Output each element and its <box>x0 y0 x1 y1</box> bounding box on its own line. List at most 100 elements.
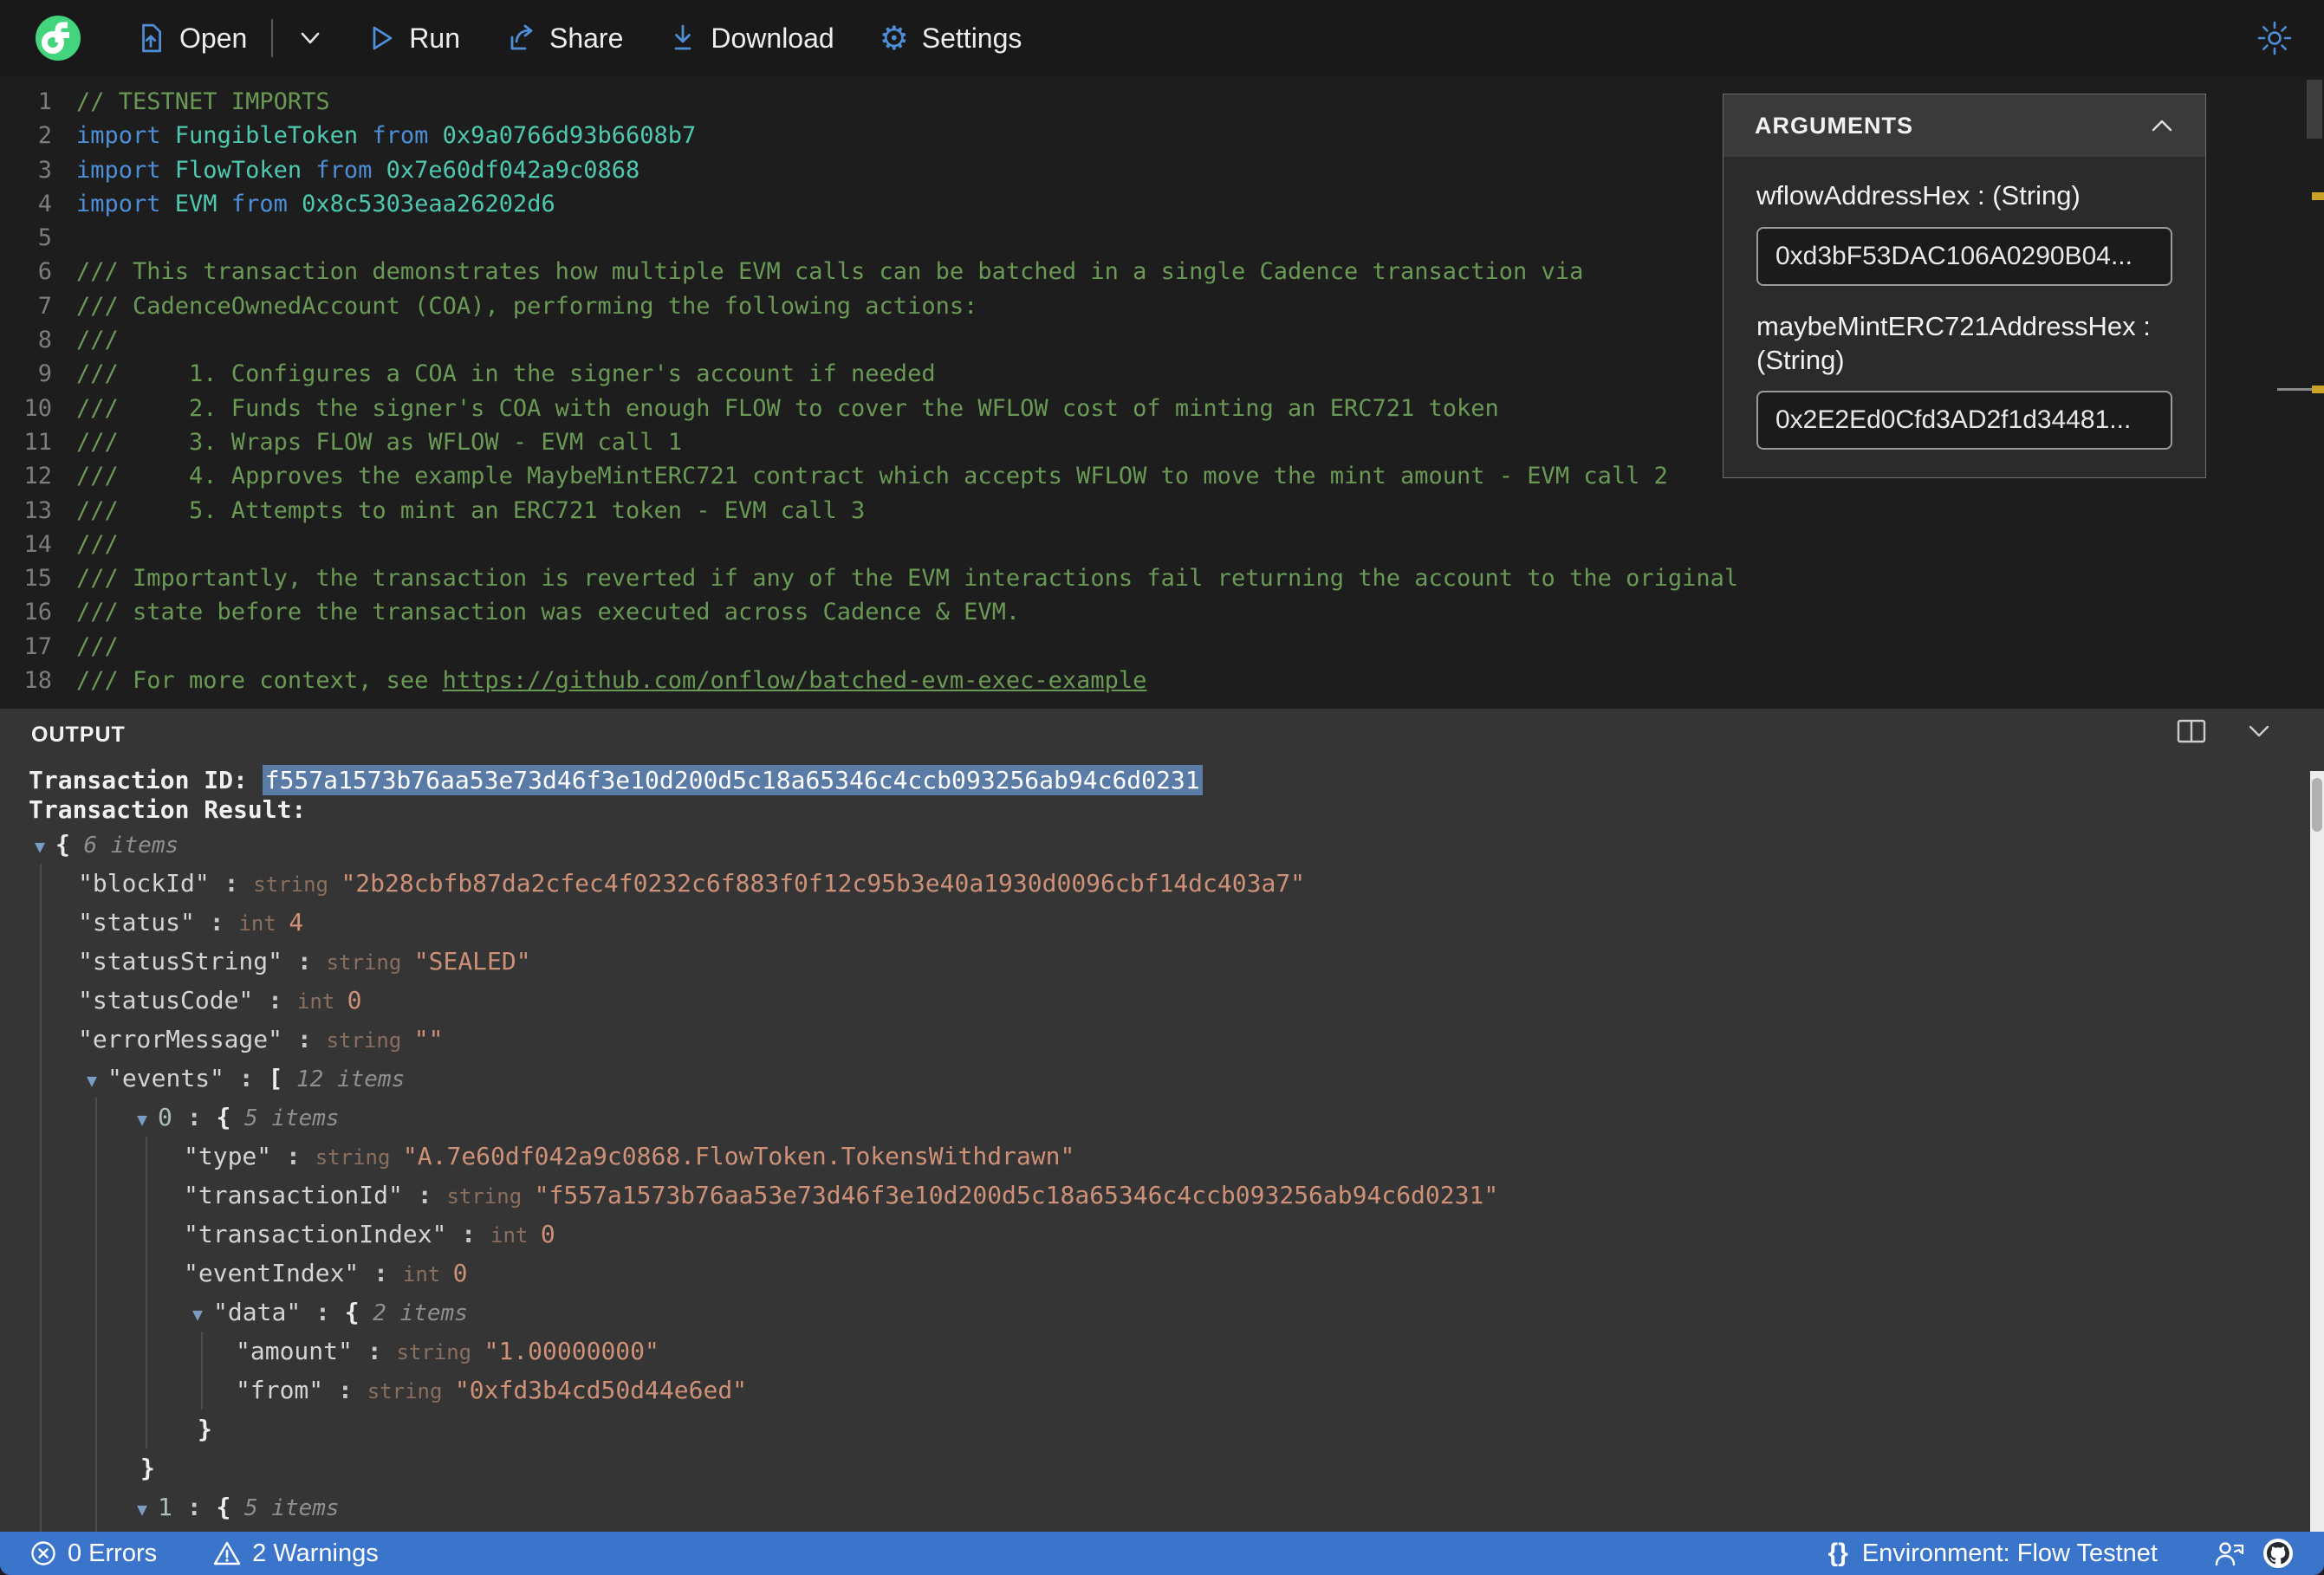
json-col: : <box>209 869 254 898</box>
arguments-title: ARGUMENTS <box>1755 112 1913 139</box>
github-icon[interactable] <box>2262 1537 2295 1570</box>
code-token: /// 2. Funds the signer's COA with enoug… <box>76 394 1499 422</box>
json-tree-row: "transactionIndex" : int 0 <box>0 1215 2307 1254</box>
output-panel: OUTPUT Transaction ID: f557a1573b76aa53e… <box>0 709 2324 1532</box>
json-col: : <box>271 1142 315 1170</box>
json-str: "A.7e60df042a9c0868.FlowToken.TokensWith… <box>402 1142 1075 1170</box>
json-key: "statusCode" <box>78 986 254 1014</box>
json-tree-row: "transactionId" : string "f557a1573b76aa… <box>0 1176 2307 1215</box>
transaction-result-label: Transaction Result: <box>29 795 307 824</box>
code-token: FungibleToken <box>174 122 359 150</box>
environment-label: Environment: Flow Testnet <box>1861 1539 2158 1567</box>
line-number: 9 <box>37 360 52 388</box>
output-title: OUTPUT <box>31 723 126 747</box>
json-col: : <box>323 1376 367 1404</box>
collapse-arrow-icon[interactable]: ▼ <box>137 1499 147 1520</box>
argument-field: maybeMintERC721AddressHex : (String) <box>1756 310 2172 450</box>
arguments-panel: ARGUMENTS wflowAddressHex : (String) may… <box>1723 94 2206 478</box>
json-num: 0 <box>347 986 362 1014</box>
json-col: : <box>253 986 297 1014</box>
split-view-icon[interactable] <box>2177 719 2206 743</box>
line-number: 8 <box>37 327 52 354</box>
wflow-address-input[interactable] <box>1756 226 2172 286</box>
code-token: /// 1. Configures a COA in the signer's … <box>76 360 936 388</box>
json-brc: [ <box>268 1064 283 1092</box>
json-tree-row: "status" : int 4 <box>0 903 2307 942</box>
json-tree-row: "eventIndex" : int 0 <box>0 1254 2307 1293</box>
json-str: "" <box>413 1025 444 1053</box>
collapse-arrow-icon[interactable]: ▼ <box>87 1070 97 1091</box>
settings-button[interactable]: ⚙ Settings <box>880 22 1022 55</box>
json-col: : <box>224 1064 269 1092</box>
collapse-chevron-up-icon[interactable] <box>2150 119 2174 133</box>
run-play-icon <box>373 26 393 50</box>
warnings-count: 2 Warnings <box>252 1539 379 1567</box>
error-icon <box>31 1541 55 1565</box>
open-label: Open <box>179 22 248 54</box>
code-token: import <box>76 190 175 217</box>
code-token: import <box>76 122 175 150</box>
json-idx: 1 <box>158 1493 172 1521</box>
argument-field: wflowAddressHex : (String) <box>1756 179 2172 286</box>
json-col: : <box>172 1103 217 1131</box>
transaction-id-label: Transaction ID: <box>29 766 263 794</box>
share-button[interactable]: Share <box>505 23 623 55</box>
transaction-id-value[interactable]: f557a1573b76aa53e73d46f3e10d200d5c18a653… <box>262 765 1203 795</box>
json-num: 4 <box>289 908 304 937</box>
json-col: : <box>194 908 239 937</box>
environment-status[interactable]: {} Environment: Flow Testnet <box>1827 1539 2158 1568</box>
editor-scrollbar-thumb[interactable] <box>2307 80 2322 139</box>
line-number: 12 <box>23 463 52 490</box>
run-button[interactable]: Run <box>368 23 460 55</box>
json-col: : <box>301 1298 345 1326</box>
open-dropdown-chevron-icon[interactable] <box>297 29 323 47</box>
collapse-arrow-icon[interactable]: ▼ <box>137 1109 147 1130</box>
json-tree-row: ▼ "events" : [ 12 items <box>0 1059 2307 1098</box>
json-col: : <box>446 1220 491 1248</box>
download-icon <box>674 24 691 50</box>
code-link[interactable]: https://github.com/onflow/batched-evm-ex… <box>443 667 1147 694</box>
theme-toggle-sun-icon[interactable] <box>2256 20 2293 56</box>
code-token: /// 4. Approves the example MaybeMintERC… <box>76 463 1668 490</box>
output-scrollbar-track[interactable] <box>2310 771 2324 1532</box>
feedback-person-icon[interactable] <box>2213 1539 2246 1568</box>
maybe-mint-erc721-address-input[interactable] <box>1756 391 2172 450</box>
json-typ: string <box>396 1340 484 1364</box>
json-tree-row: } <box>0 1410 2307 1449</box>
collapse-arrow-icon[interactable]: ▼ <box>35 836 45 857</box>
download-label: Download <box>711 22 834 54</box>
code-token: /// <box>76 327 119 354</box>
code-line: 17 /// <box>0 630 2286 664</box>
line-number: 18 <box>23 667 52 695</box>
code-token: /// <box>76 530 119 558</box>
json-brc: } <box>198 1415 212 1443</box>
line-number: 11 <box>23 428 52 456</box>
output-scrollbar-thumb[interactable] <box>2312 778 2322 832</box>
code-token: 0x7e60df042a9c0868 <box>386 156 640 184</box>
line-number: 1 <box>37 88 52 115</box>
json-brc: { <box>344 1298 360 1326</box>
warnings-status[interactable]: 2 Warnings <box>212 1539 379 1568</box>
output-header: OUTPUT <box>0 709 2324 757</box>
json-col: : <box>359 1259 403 1287</box>
code-token: /// Importantly, the transaction is reve… <box>76 565 1739 593</box>
json-idx: 0 <box>158 1103 172 1131</box>
json-itm: 2 items <box>359 1300 468 1326</box>
open-button[interactable]: Open <box>135 23 247 55</box>
arguments-panel-header[interactable]: ARGUMENTS <box>1724 94 2205 157</box>
code-line: 16 /// state before the transaction was e… <box>0 595 2286 629</box>
toolbar: Open Run Share Download ⚙ Settings <box>0 0 2324 76</box>
line-number: 14 <box>23 530 52 558</box>
collapse-arrow-icon[interactable]: ▼ <box>192 1304 203 1325</box>
errors-status[interactable]: 0 Errors <box>29 1539 157 1568</box>
code-line: 14 /// <box>0 528 2286 561</box>
json-typ: string <box>367 1379 455 1403</box>
json-tree-row: ▼ 0 : { 5 items <box>0 1098 2307 1137</box>
output-collapse-chevron-icon[interactable] <box>2246 723 2272 739</box>
code-line: 18 /// For more context, see https://gith… <box>0 664 2286 697</box>
json-key: "blockId" <box>78 869 210 898</box>
json-itm: 6 items <box>69 833 179 859</box>
download-button[interactable]: Download <box>668 23 834 55</box>
json-brc: { <box>216 1493 231 1521</box>
json-tree-row: ▼ "data" : { 2 items <box>0 1293 2307 1332</box>
